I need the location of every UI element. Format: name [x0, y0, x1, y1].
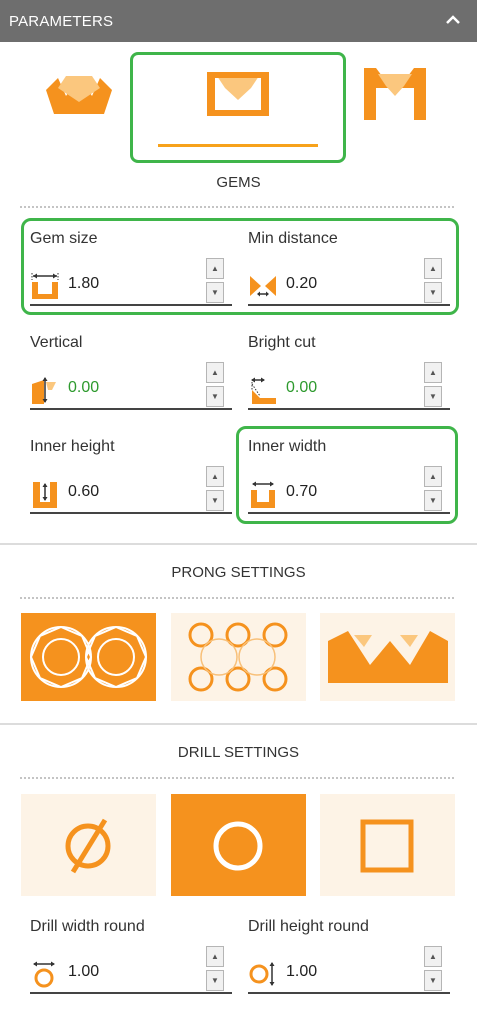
decrement-button[interactable]: ▼ — [206, 386, 224, 407]
increment-button[interactable]: ▲ — [206, 466, 224, 487]
bright-cut-spinner[interactable]: ▲ ▼ — [424, 362, 442, 408]
prong-wave-pattern-icon — [328, 631, 448, 683]
inner-width-icon — [251, 481, 275, 508]
increment-button[interactable]: ▲ — [424, 362, 442, 383]
min-distance-label: Min distance — [248, 230, 338, 247]
drill-width-icon — [33, 961, 55, 988]
panel-title: PARAMETERS — [9, 13, 114, 30]
prong-divider — [20, 597, 454, 599]
bright-cut-field[interactable]: Bright cut 0.00 ▲ ▼ — [240, 326, 452, 416]
gem-size-field[interactable]: Gem size 1.80 ▲ ▼ — [22, 222, 234, 312]
min-distance-spinner[interactable]: ▲ ▼ — [424, 258, 442, 304]
drill-width-round-value[interactable]: 1.00 — [68, 963, 99, 981]
drill-section-title: DRILL SETTINGS — [177, 744, 300, 761]
prong-round-gems-icon — [29, 625, 148, 689]
parameters-header[interactable]: PARAMETERS — [0, 0, 477, 42]
selected-tab-indicator — [158, 144, 318, 147]
drill-diameter-option[interactable] — [21, 794, 156, 896]
drill-width-round-field[interactable]: Drill width round 1.00 ▲ ▼ — [22, 910, 234, 1000]
prong-section-title: PRONG SETTINGS — [171, 564, 306, 581]
drill-height-round-spinner[interactable]: ▲ ▼ — [424, 946, 442, 992]
inner-height-field[interactable]: Inner height 0.60 ▲ ▼ — [22, 430, 234, 520]
inner-width-value[interactable]: 0.70 — [286, 483, 317, 501]
section-separator — [0, 543, 477, 545]
inner-width-label: Inner width — [248, 438, 327, 455]
prong-circles-pattern-icon — [188, 622, 288, 692]
decrement-button[interactable]: ▼ — [206, 282, 224, 303]
drill-height-round-label: Drill height round — [248, 918, 369, 935]
increment-button[interactable]: ▲ — [424, 466, 442, 487]
min-distance-value[interactable]: 0.20 — [286, 275, 317, 293]
gem-size-label: Gem size — [30, 230, 98, 247]
vertical-field[interactable]: Vertical 0.00 ▲ ▼ — [22, 326, 234, 416]
decrement-button[interactable]: ▼ — [206, 970, 224, 991]
section-separator — [0, 723, 477, 725]
drill-width-round-label: Drill width round — [30, 918, 145, 935]
decrement-button[interactable]: ▼ — [424, 386, 442, 407]
vertical-spinner[interactable]: ▲ ▼ — [206, 362, 224, 408]
vertical-label: Vertical — [30, 334, 83, 351]
bright-cut-icon — [251, 377, 276, 404]
gem-size-spinner[interactable]: ▲ ▼ — [206, 258, 224, 304]
drill-height-round-field[interactable]: Drill height round 1.00 ▲ ▼ — [240, 910, 452, 1000]
vertical-value[interactable]: 0.00 — [68, 379, 99, 397]
drill-height-round-value[interactable]: 1.00 — [286, 963, 317, 981]
decrement-button[interactable]: ▼ — [424, 970, 442, 991]
bright-cut-value[interactable]: 0.00 — [286, 379, 317, 397]
drill-round-option[interactable] — [171, 794, 306, 896]
gem-size-value[interactable]: 1.80 — [68, 275, 99, 293]
bezel-setting-icon[interactable] — [205, 70, 271, 118]
decrement-button[interactable]: ▼ — [206, 490, 224, 511]
increment-button[interactable]: ▲ — [206, 946, 224, 967]
drill-height-icon — [249, 962, 275, 986]
min-distance-field[interactable]: Min distance 0.20 ▲ ▼ — [240, 222, 452, 312]
channel-setting-icon[interactable] — [360, 64, 430, 122]
inner-height-value[interactable]: 0.60 — [68, 483, 99, 501]
prong-wave-pattern-option[interactable] — [320, 613, 455, 701]
decrement-button[interactable]: ▼ — [424, 490, 442, 511]
square-icon — [360, 819, 414, 873]
inner-height-spinner[interactable]: ▲ ▼ — [206, 466, 224, 512]
drill-width-round-spinner[interactable]: ▲ ▼ — [206, 946, 224, 992]
gems-section-title: GEMS — [216, 174, 261, 191]
diameter-icon — [65, 818, 111, 874]
inner-height-icon — [33, 482, 57, 508]
drill-divider — [20, 777, 454, 779]
bright-cut-label: Bright cut — [248, 334, 316, 351]
gem-size-icon — [31, 273, 59, 299]
chevron-up-icon[interactable] — [443, 10, 463, 30]
increment-button[interactable]: ▲ — [206, 362, 224, 383]
gems-divider — [20, 206, 454, 208]
min-distance-icon — [250, 276, 276, 297]
vertical-offset-icon — [32, 377, 56, 404]
flat-setting-icon[interactable] — [44, 68, 114, 118]
prong-circles-pattern-option[interactable] — [171, 613, 306, 701]
circle-icon — [213, 821, 263, 871]
increment-button[interactable]: ▲ — [424, 258, 442, 279]
increment-button[interactable]: ▲ — [206, 258, 224, 279]
inner-width-field[interactable]: Inner width 0.70 ▲ ▼ — [240, 430, 452, 520]
decrement-button[interactable]: ▼ — [424, 282, 442, 303]
prong-round-gems-option[interactable] — [21, 613, 156, 701]
inner-height-label: Inner height — [30, 438, 115, 455]
drill-square-option[interactable] — [320, 794, 455, 896]
increment-button[interactable]: ▲ — [424, 946, 442, 967]
inner-width-spinner[interactable]: ▲ ▼ — [424, 466, 442, 512]
